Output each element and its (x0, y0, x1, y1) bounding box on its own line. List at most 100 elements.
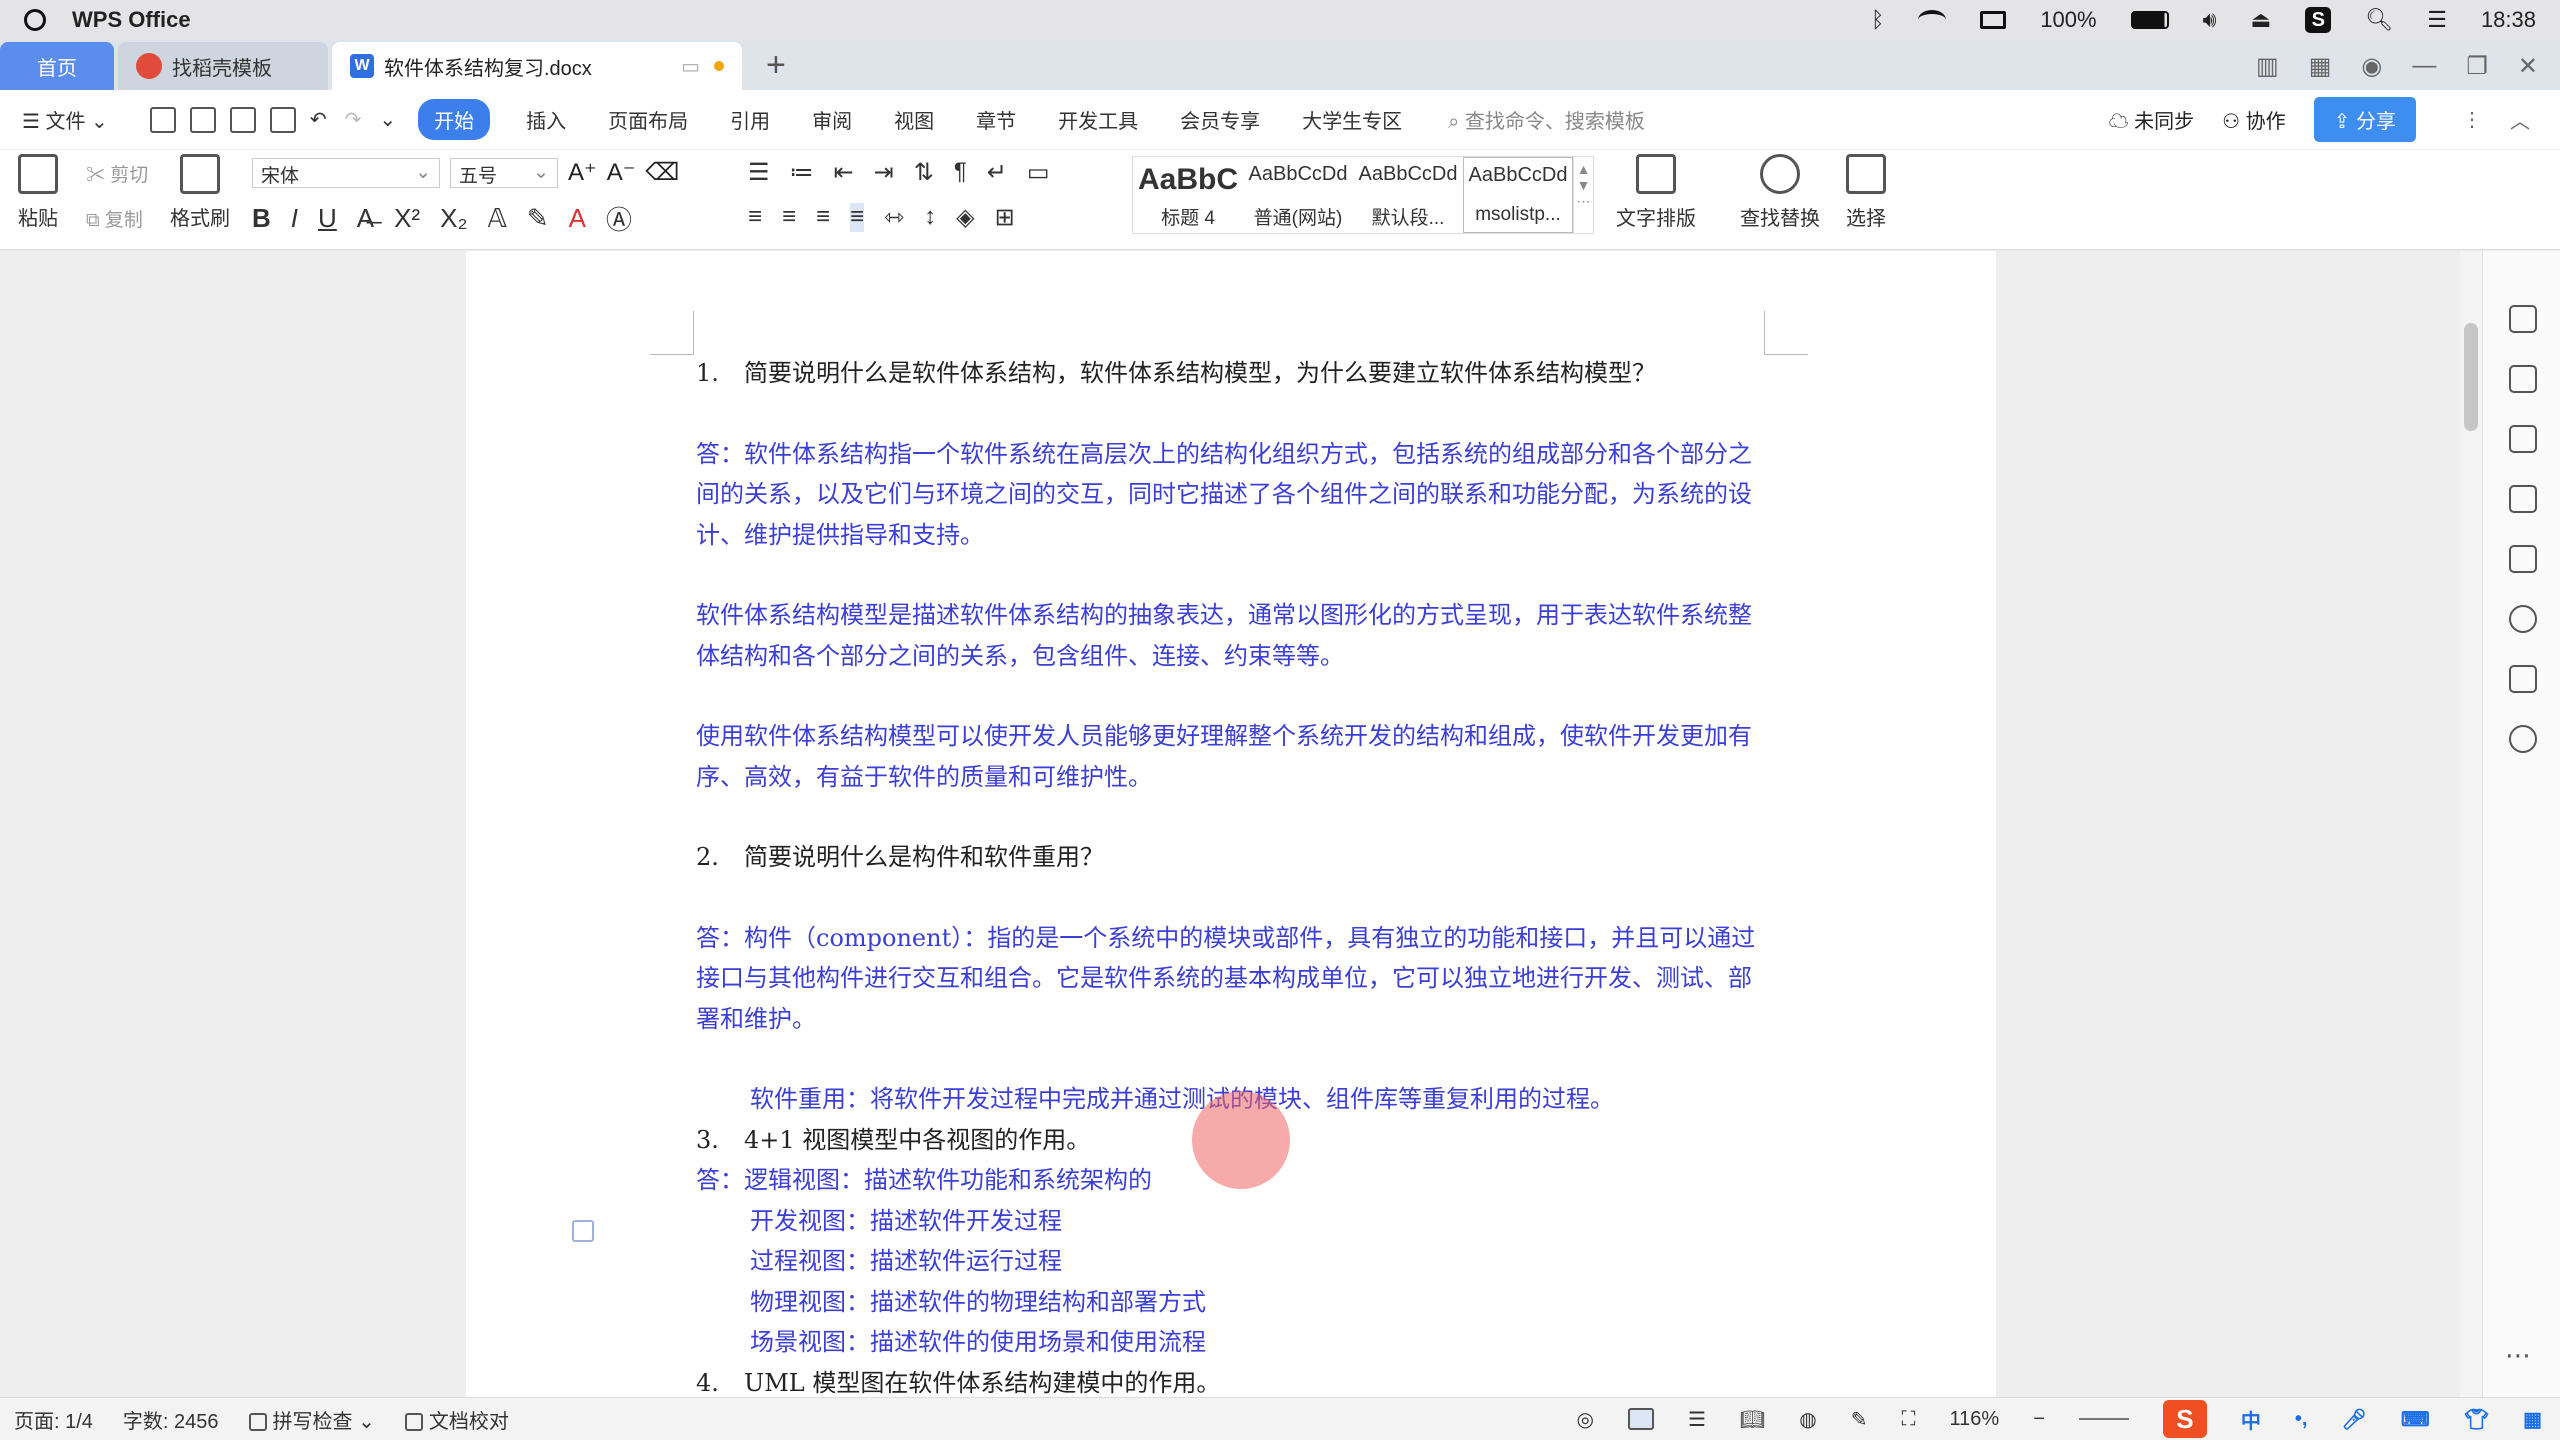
font-color-icon[interactable]: A (569, 203, 586, 234)
answer-1-para-3[interactable]: 使用软件体系结构模型可以使开发人员能够更好理解整个系统开发的结构和组成，使软件开… (696, 716, 1772, 797)
zoom-out-icon[interactable]: − (2033, 1408, 2045, 1431)
subscript-icon[interactable]: X₂ (440, 203, 467, 234)
image-icon[interactable] (2509, 545, 2537, 573)
tab-template[interactable]: 找稻壳模板 (118, 42, 328, 90)
more-options-icon[interactable]: ⋯ (2505, 1341, 2531, 1371)
style-default-para[interactable]: AaBbCcDd 默认段... (1353, 157, 1463, 233)
zoom-slider[interactable] (2078, 1418, 2129, 1420)
answer-3-item[interactable]: 过程视图：描述软件运行过程 (696, 1241, 1772, 1282)
document-body[interactable]: 1. 简要说明什么是软件体系结构，软件体系结构模型，为什么要建立软件体系结构模型？… (696, 353, 1772, 1397)
tab-document[interactable]: W 软件体系结构复习.docx ▭ (332, 42, 742, 90)
redo-icon[interactable]: ↷ (345, 107, 362, 132)
answer-3-item[interactable]: 物理视图：描述软件的物理结构和部署方式 (696, 1282, 1772, 1323)
app-name[interactable]: WPS Office (72, 7, 191, 33)
tab-review[interactable]: 审阅 (812, 105, 852, 134)
print-preview-icon[interactable] (269, 106, 296, 133)
text-effect-icon[interactable]: 𝔸 (488, 203, 507, 234)
cursor-icon[interactable] (2509, 425, 2537, 453)
superscript-icon[interactable]: X² (394, 203, 420, 234)
answer-3-item[interactable]: 场景视图：描述软件的使用场景和使用流程 (696, 1322, 1772, 1363)
user-avatar[interactable]: ◉ (2361, 52, 2382, 81)
wps-menu-icon[interactable]: S (2305, 7, 2332, 33)
tab-references[interactable]: 引用 (730, 105, 770, 134)
export-pdf-icon[interactable] (189, 106, 216, 133)
keyboard-icon[interactable]: ⌨ (2401, 1407, 2430, 1432)
sogou-ime-icon[interactable]: S (2162, 1400, 2207, 1438)
style-heading4[interactable]: AaBbC 标题 4 (1133, 157, 1243, 233)
format-painter-button[interactable]: 格式刷 (170, 154, 230, 231)
styles-scroll[interactable]: ▲ ▼ ⋯ (1573, 157, 1593, 233)
ruler-icon[interactable]: ▭ (1027, 158, 1050, 187)
spotlight-icon[interactable]: 🔍︎ (2365, 7, 2393, 33)
new-tab-button[interactable]: + (746, 42, 806, 90)
undo-icon[interactable]: ↶ (310, 107, 327, 132)
location-icon[interactable] (2509, 605, 2537, 633)
find-replace-button[interactable]: 查找替换 (1740, 154, 1820, 231)
style-normal-web[interactable]: AaBbCcDd 普通(网站) (1243, 157, 1353, 233)
comment-marker-icon[interactable] (572, 1220, 594, 1242)
answer-3-item[interactable]: 开发视图：描述软件开发过程 (696, 1201, 1772, 1242)
write-mode-icon[interactable]: ✎ (1851, 1407, 1868, 1432)
tab-monitor-icon[interactable]: ▭ (681, 54, 700, 79)
minimize-icon[interactable]: — (2412, 52, 2436, 80)
tab-insert[interactable]: 插入 (526, 105, 566, 134)
print-icon[interactable] (229, 106, 256, 133)
cut-button[interactable]: ✂ 剪切 (86, 160, 148, 187)
line-break-icon[interactable]: ↵ (987, 158, 1007, 187)
underline-icon[interactable]: U (318, 203, 337, 234)
web-view-icon[interactable]: ◍ (1799, 1407, 1816, 1432)
sort-icon[interactable]: ⇅ (914, 158, 934, 187)
distribute-icon[interactable]: ⇿ (884, 203, 904, 232)
sliders-icon[interactable] (2509, 485, 2537, 513)
wifi-icon[interactable] (1918, 10, 1947, 30)
display-icon[interactable] (1980, 11, 2007, 29)
tab-chapter[interactable]: 章节 (976, 105, 1016, 134)
clock[interactable]: 18:38 (2481, 7, 2536, 33)
microphone-icon[interactable]: 🎤︎ (2341, 1407, 2366, 1432)
reader-icon[interactable] (2509, 665, 2537, 693)
page-indicator[interactable]: 页面: 1/4 (14, 1405, 93, 1434)
skin-icon[interactable]: 👕︎ (2464, 1407, 2489, 1432)
help-icon[interactable] (2509, 725, 2537, 753)
file-menu[interactable]: ☰ 文件 ⌄ (22, 105, 108, 134)
restore-icon[interactable]: ❐ (2466, 52, 2488, 81)
outline-view-icon[interactable]: ☰ (1688, 1407, 1706, 1432)
tab-student[interactable]: 大学生专区 (1302, 105, 1402, 134)
tab-start[interactable]: 开始 (418, 99, 491, 140)
char-border-icon[interactable]: Ⓐ (606, 200, 632, 237)
style-msolist[interactable]: AaBbCcDd msolistp... (1463, 157, 1573, 233)
borders-icon[interactable]: ⊞ (995, 203, 1015, 232)
grow-font-icon[interactable]: A⁺ (568, 158, 597, 188)
tab-page-layout[interactable]: 页面布局 (608, 105, 688, 134)
bold-icon[interactable]: B (252, 203, 271, 234)
text-layout-button[interactable]: 文字排版 (1616, 154, 1696, 231)
tab-view[interactable]: 视图 (894, 105, 934, 134)
numbered-list-icon[interactable]: ≔ (790, 158, 814, 187)
align-left-icon[interactable]: ≡ (748, 203, 762, 232)
battery-icon[interactable] (2130, 11, 2169, 29)
document-canvas[interactable]: 1. 简要说明什么是软件体系结构，软件体系结构模型，为什么要建立软件体系结构模型？… (0, 251, 2460, 1397)
ime-mode[interactable]: 中 (2241, 1405, 2261, 1434)
pen-icon[interactable] (2509, 365, 2537, 393)
fit-page-icon[interactable]: ⛶ (1902, 1408, 1916, 1431)
scroll-thumb[interactable] (2464, 323, 2478, 431)
eye-protection-icon[interactable]: ◎ (1577, 1407, 1594, 1432)
line-spacing-icon[interactable]: ↕ (924, 203, 936, 232)
volume-icon[interactable]: 🔊︎ (2203, 7, 2217, 33)
quick-access-more-icon[interactable]: ⌄ (379, 107, 396, 132)
clear-format-icon[interactable]: ⌫ (645, 158, 679, 188)
font-name-select[interactable]: 宋体 ⌄ (252, 158, 440, 188)
answer-1-para-2[interactable]: 软件体系结构模型是描述软件体系结构的抽象表达，通常以图形化的方式呈现，用于表达软… (696, 595, 1772, 676)
paste-button[interactable]: 粘贴 (18, 154, 58, 231)
question-1[interactable]: 1. 简要说明什么是软件体系结构，软件体系结构模型，为什么要建立软件体系结构模型？ (696, 353, 1772, 394)
apps-grid-icon[interactable]: ▦ (2309, 52, 2332, 81)
tab-developer[interactable]: 开发工具 (1058, 105, 1138, 134)
control-center-icon[interactable]: ☰ (2427, 7, 2447, 33)
share-button[interactable]: ⇪ 分享 (2313, 97, 2416, 142)
collapse-ribbon-icon[interactable]: ︿ (2510, 105, 2530, 134)
italic-icon[interactable]: I (291, 203, 298, 234)
tab-home[interactable]: 首页 (0, 42, 114, 90)
document-page[interactable]: 1. 简要说明什么是软件体系结构，软件体系结构模型，为什么要建立软件体系结构模型？… (466, 251, 1996, 1397)
spell-check-button[interactable]: 拼写检查 ⌄ (248, 1405, 375, 1434)
shrink-font-icon[interactable]: A⁻ (607, 158, 636, 188)
